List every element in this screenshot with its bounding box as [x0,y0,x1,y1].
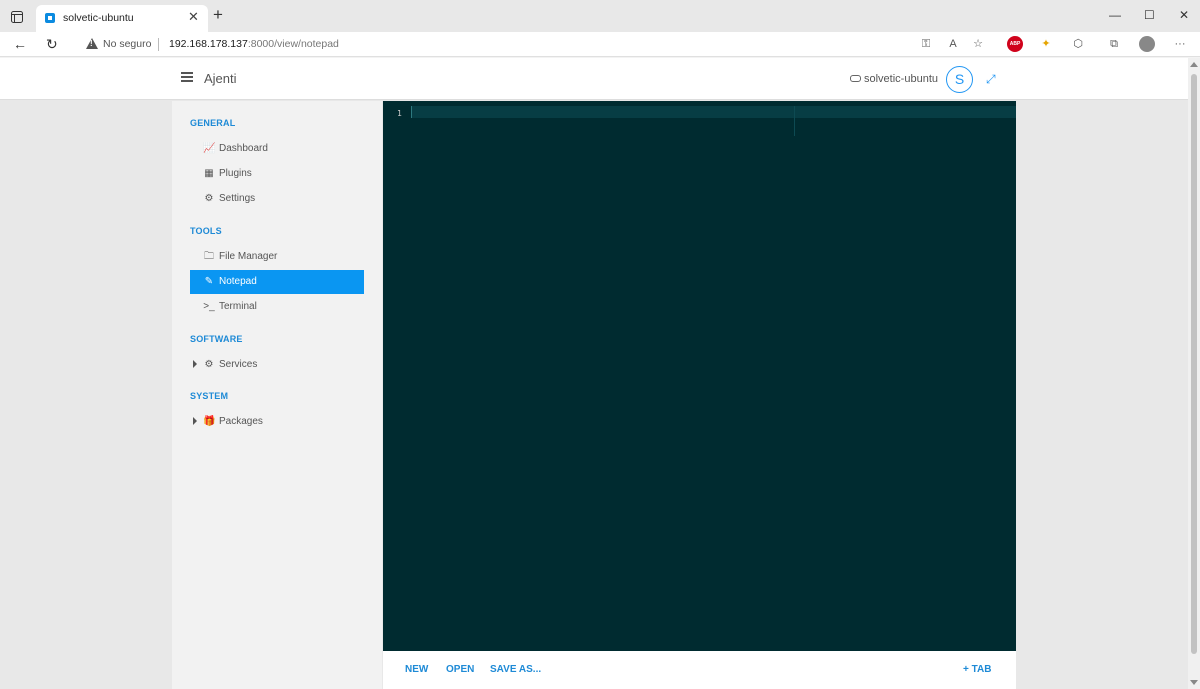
sidebar-item-services[interactable]: ⚙ Services [190,353,364,377]
site-favicon-icon [45,13,55,23]
scroll-up-icon[interactable] [1190,62,1198,67]
open-button[interactable]: OPEN [446,664,474,675]
profile-icon[interactable] [1139,36,1155,52]
adblock-icon[interactable]: ABP [1007,36,1023,52]
save-as-button[interactable]: SAVE AS... [490,664,541,675]
sidebar-item-dashboard[interactable]: 📈 Dashboard [190,137,364,161]
gear-icon: ⚙ [204,193,214,204]
sidebar-item-label: Notepad [219,276,257,287]
more-icon[interactable]: ··· [1172,36,1188,52]
sidebar-item-plugins[interactable]: ▦ Plugins [190,162,364,186]
extension-icon[interactable]: ✦ [1038,36,1054,52]
sidebar-item-label: Dashboard [219,143,268,154]
print-margin [794,106,795,136]
address-bar: ← ↻ No seguro 192.168.178.137:8000/view/… [0,32,1200,57]
browser-tab[interactable]: solvetic-ubuntu ✕ [36,5,208,32]
scroll-thumb[interactable] [1191,74,1197,654]
sidebar-item-label: File Manager [219,251,278,262]
app-header: Ajenti solvetic-ubuntu S ⤢ [0,58,1188,100]
sidebar-item-label: Terminal [219,301,257,312]
sidebar-item-packages[interactable]: 🎁 Packages [190,410,364,434]
read-aloud-icon[interactable]: A [945,36,961,52]
terminal-icon: >_ [203,301,215,312]
editor-footer: NEW OPEN SAVE AS... + TAB [383,651,1016,689]
warning-icon[interactable] [86,38,98,49]
section-software: SOFTWARE [190,334,243,344]
sidebar-item-label: Services [219,359,258,370]
hamburger-menu-icon[interactable] [181,72,193,82]
gift-icon: 🎁 [203,416,216,427]
tab-title: solvetic-ubuntu [63,12,134,24]
browser-tab-bar: solvetic-ubuntu ✕ + — ☐ ✕ [0,0,1200,32]
hdd-icon [850,75,861,82]
url-path: :8000/view/notepad [247,38,339,50]
close-window-button[interactable]: ✕ [1179,8,1189,22]
folder-icon: 🗀 [204,251,214,262]
key-icon[interactable]: ⚿ [918,36,934,52]
new-tab-button[interactable]: + [213,6,223,24]
page-scrollbar[interactable] [1188,58,1200,689]
line-number: 1 [397,109,402,118]
url-input[interactable]: 192.168.178.137:8000/view/notepad [169,38,339,50]
user-avatar[interactable]: S [946,66,973,93]
text-cursor [411,106,412,118]
cogs-icon: ⚙ [204,359,214,370]
sidebar: GENERAL 📈 Dashboard ▦ Plugins ⚙ Settings… [172,101,382,689]
add-tab-button[interactable]: + TAB [963,664,991,675]
code-editor[interactable]: 1 [383,101,1016,651]
sidebar-item-label: Plugins [219,168,252,179]
fullscreen-icon[interactable]: ⤢ [986,72,996,87]
tab-actions-icon[interactable] [9,9,25,25]
scroll-down-icon[interactable] [1190,680,1198,685]
tab-close-icon[interactable]: ✕ [188,10,199,24]
section-system: SYSTEM [190,391,229,401]
new-button[interactable]: NEW [405,664,428,675]
sidebar-item-notepad[interactable]: ✎ Notepad [190,270,364,294]
sidebar-item-settings[interactable]: ⚙ Settings [190,187,364,211]
back-icon[interactable]: ← [13,35,27,53]
hostname: solvetic-ubuntu [864,73,938,85]
url-host: 192.168.178.137 [169,38,248,50]
chart-icon: 📈 [203,143,216,154]
section-general: GENERAL [190,118,236,128]
puzzle-icon[interactable]: ⬡ [1070,36,1086,52]
sidebar-item-label: Settings [219,193,256,204]
collections-icon[interactable]: ⧉ [1106,36,1122,52]
favorites-icon[interactable]: ☆ [970,36,986,52]
app-brand[interactable]: Ajenti [204,71,237,86]
maximize-button[interactable]: ☐ [1144,8,1155,22]
sidebar-item-label: Packages [219,416,263,427]
refresh-icon[interactable]: ↻ [46,35,58,53]
address-separator [158,38,159,51]
expand-caret-icon[interactable] [193,360,197,368]
section-tools: TOOLS [190,226,222,236]
expand-caret-icon[interactable] [193,417,197,425]
pencil-icon: ✎ [204,276,214,287]
active-line-highlight [411,106,1016,118]
page: Ajenti solvetic-ubuntu S ⤢ GENERAL 📈 Das… [0,58,1188,689]
minimize-button[interactable]: — [1109,8,1121,22]
security-status[interactable]: No seguro [103,38,151,50]
sidebar-item-terminal[interactable]: >_ Terminal [190,295,364,319]
sidebar-item-file-manager[interactable]: 🗀 File Manager [190,245,364,269]
grid-icon: ▦ [204,168,214,179]
